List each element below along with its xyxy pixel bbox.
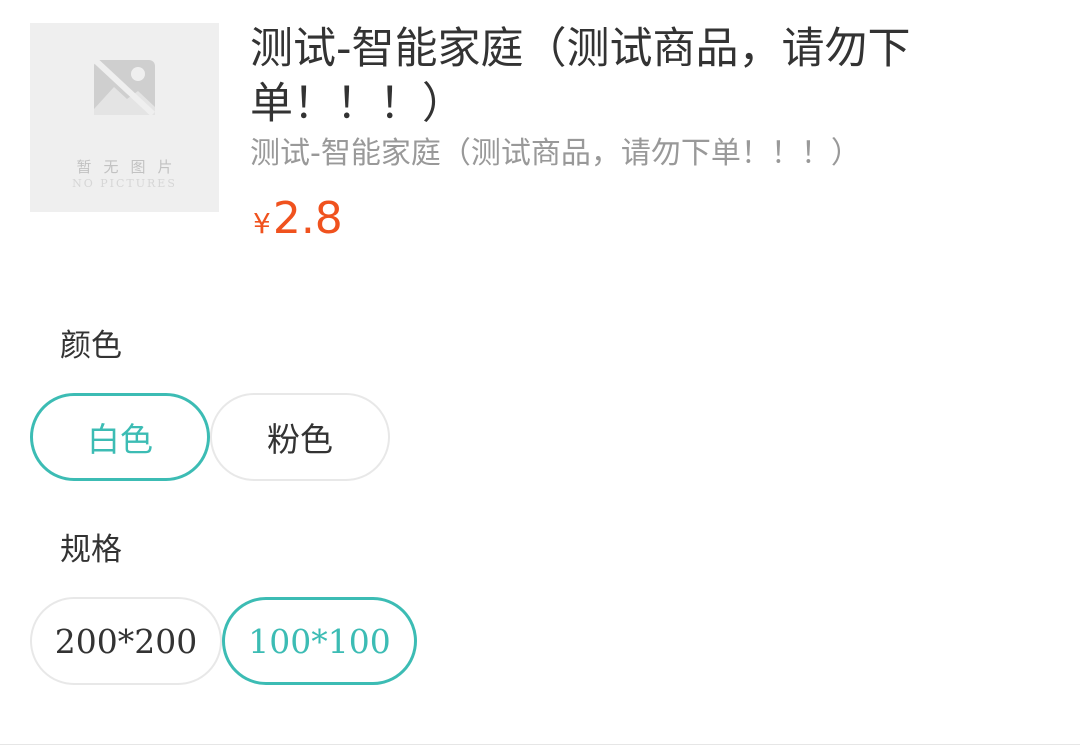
color-option-white[interactable]: 白色 [30, 393, 210, 481]
bottom-divider [0, 744, 1080, 745]
spec-option-100[interactable]: 100*100 [222, 597, 417, 685]
product-title: 测试-智能家庭（测试商品，请勿下单！！！） [250, 24, 911, 129]
spec-group-label: 规格 [60, 532, 122, 568]
no-image-caption: 暂无图片 [76, 158, 185, 176]
price-currency: ¥ [253, 207, 271, 240]
product-image: 暂无图片 NO PICTURES [30, 23, 219, 212]
price-amount: 2.8 [272, 193, 343, 244]
no-image-caption-en: NO PICTURES [72, 177, 177, 190]
spec-option-200[interactable]: 200*200 [30, 597, 222, 685]
color-option-pink[interactable]: 粉色 [210, 393, 390, 481]
product-subtitle: 测试-智能家庭（测试商品，请勿下单！！！） [250, 136, 861, 171]
product-price: ¥2.8 [253, 193, 343, 244]
color-group-label: 颜色 [60, 328, 122, 364]
